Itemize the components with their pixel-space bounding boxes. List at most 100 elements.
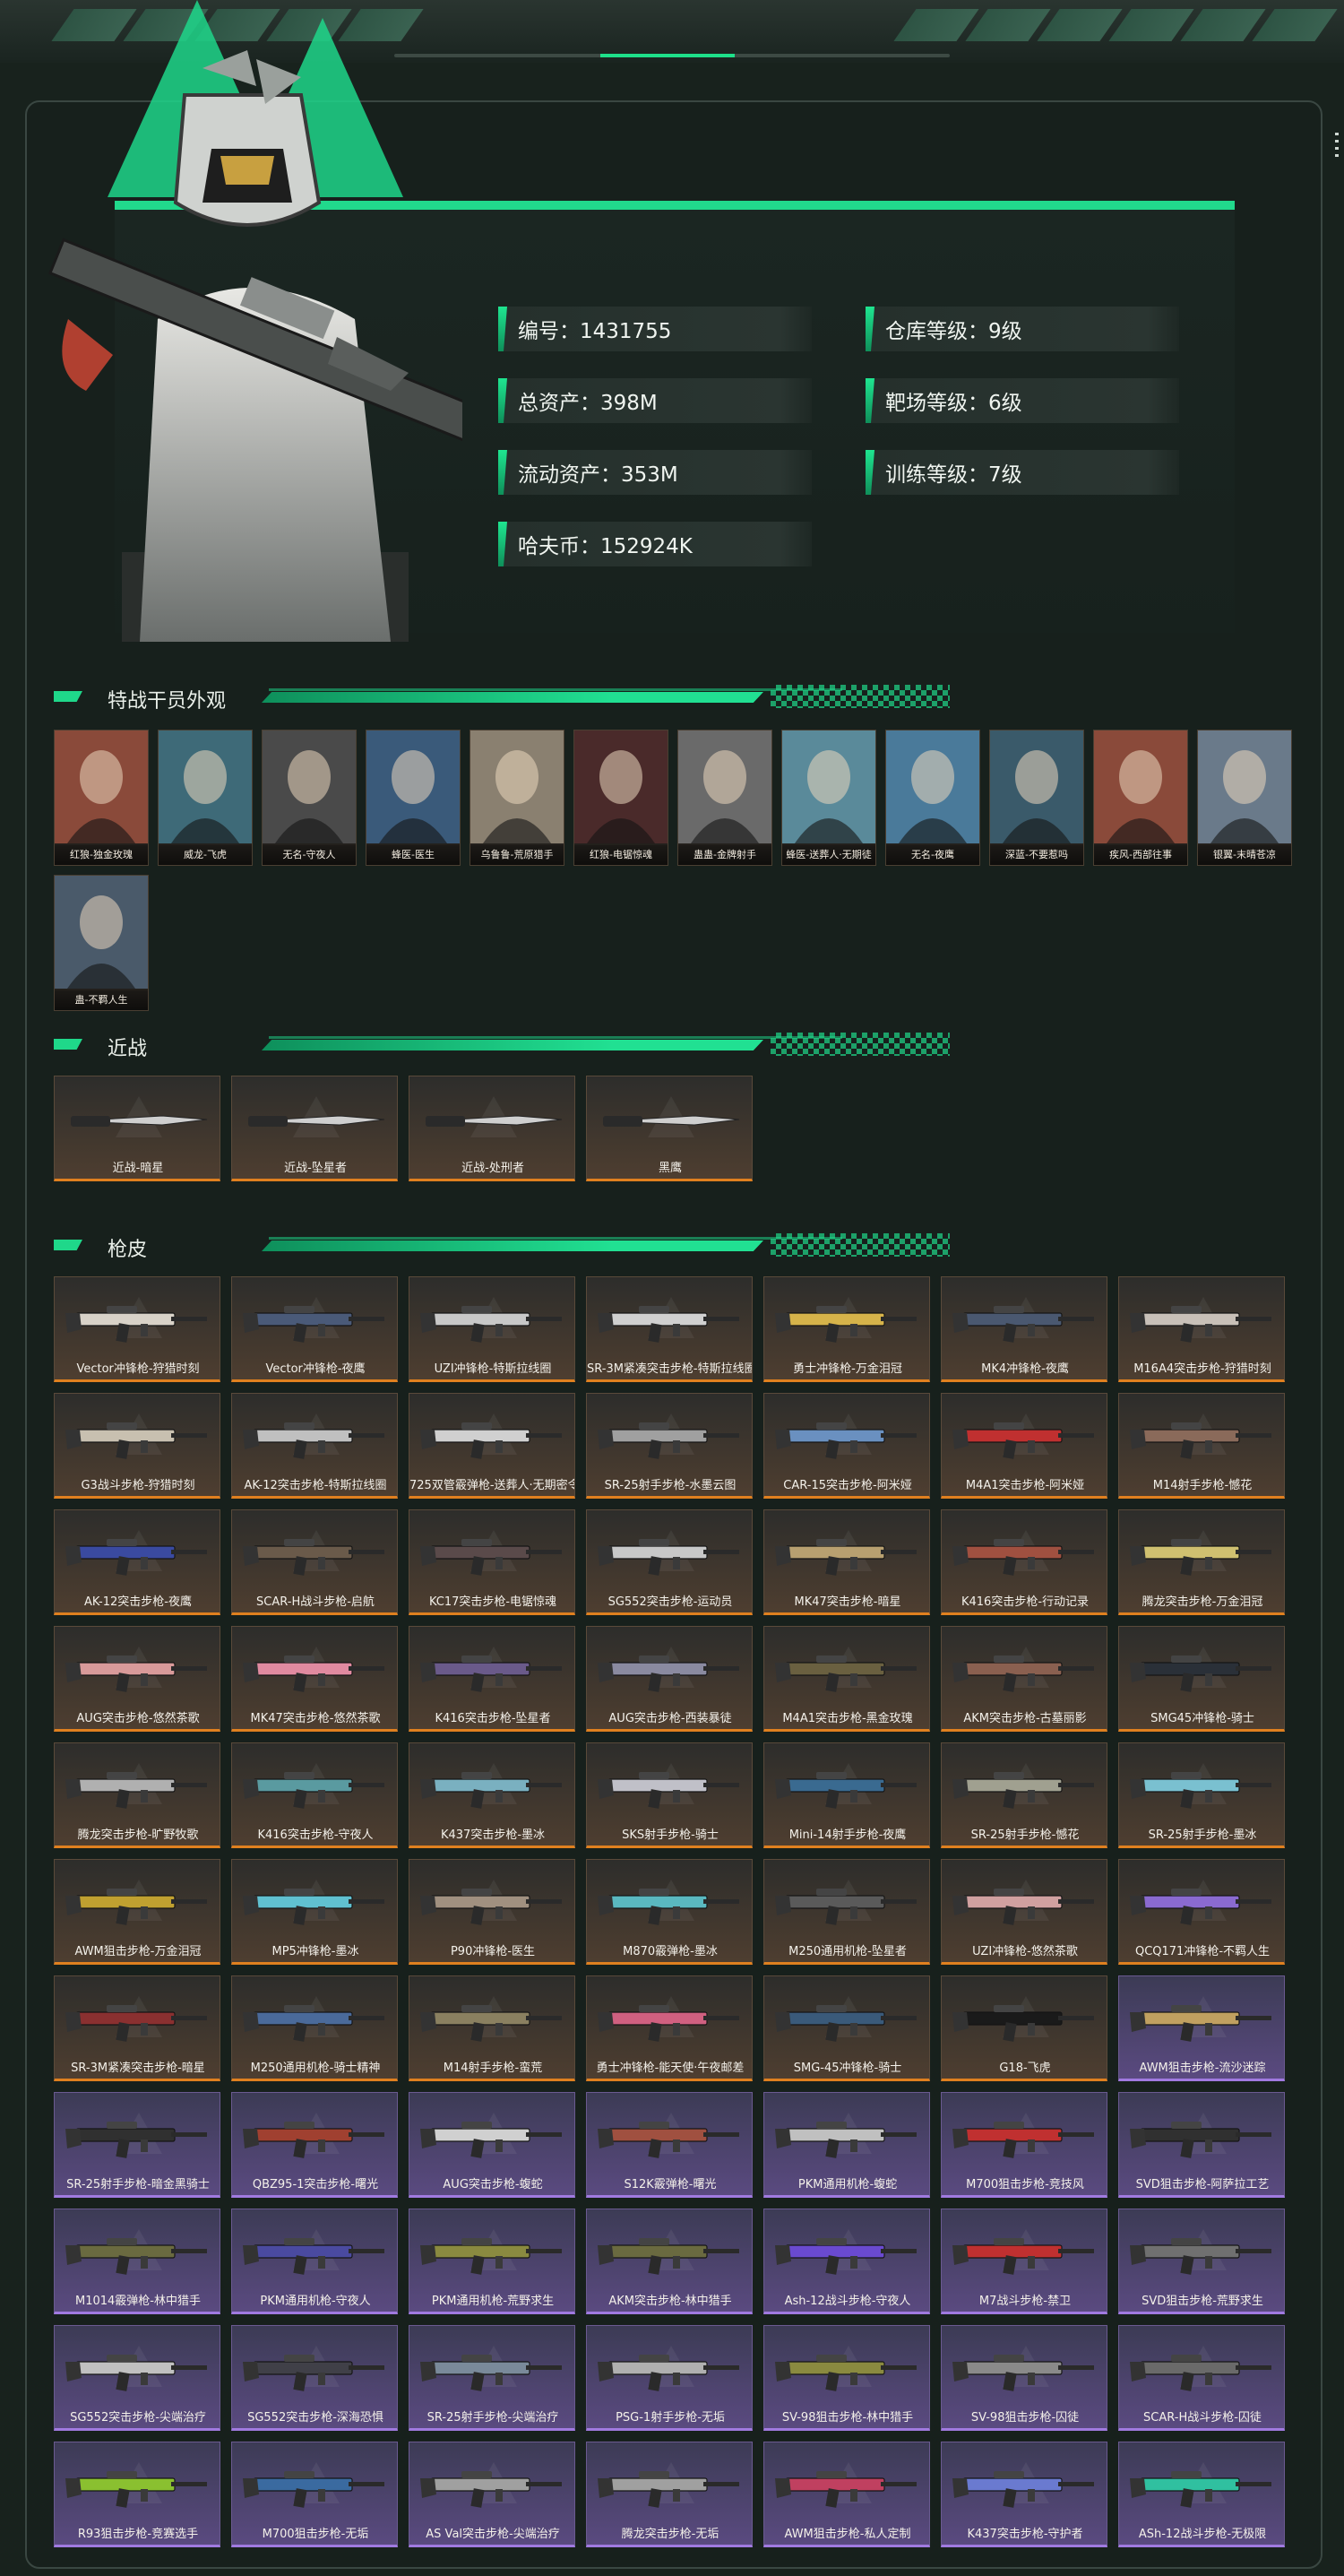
skin-card[interactable]: SG552突击步枪-运动员 (586, 1509, 753, 1615)
skin-card[interactable]: CAR-15突击步枪-阿米娅 (763, 1393, 930, 1499)
skin-card[interactable]: PKM通用机枪-蝮蛇 (763, 2092, 930, 2198)
skin-card[interactable]: AWM狙击步枪-私人定制 (763, 2442, 930, 2547)
skin-card[interactable]: SR-25射手步枪-墨冰 (1118, 1742, 1285, 1848)
skin-card[interactable]: SR-25射手步枪-暗金黑骑士 (54, 2092, 220, 2198)
skin-card[interactable]: SR-25射手步枪-尖端治疗 (409, 2325, 575, 2431)
skin-card[interactable]: M1014霰弹枪-林中猎手 (54, 2209, 220, 2314)
skin-card[interactable]: SV-98狙击步枪-林中猎手 (763, 2325, 930, 2431)
skin-card[interactable]: M870霰弹枪-墨冰 (586, 1859, 753, 1965)
skin-card[interactable]: M4A1突击步枪-阿米娅 (941, 1393, 1107, 1499)
skin-card[interactable]: MK4冲锋枪-夜鹰 (941, 1276, 1107, 1382)
skin-card[interactable]: SMG45冲锋枪-骑士 (1118, 1626, 1285, 1732)
skin-card[interactable]: P90冲锋枪-医生 (409, 1859, 575, 1965)
skin-card[interactable]: SR-3M紧凑突击步枪-暗星 (54, 1975, 220, 2081)
skin-card[interactable]: SR-3M紧凑突击步枪-特斯拉线圈 (586, 1276, 753, 1382)
skin-card[interactable]: SKS射手步枪-骑士 (586, 1742, 753, 1848)
operator-card[interactable]: 红狼-独金玫瑰 (54, 730, 149, 866)
stat-warehouse: 仓库等级：9级 (866, 307, 1179, 351)
skin-card[interactable]: M16A4突击步枪-狩猎时刻 (1118, 1276, 1285, 1382)
operator-card[interactable]: 乌鲁鲁-荒原猎手 (470, 730, 564, 866)
operator-card[interactable]: 红狼-电锯惊魂 (573, 730, 668, 866)
skin-card[interactable]: SMG-45冲锋枪-骑士 (763, 1975, 930, 2081)
skin-card[interactable]: MK47突击步枪-暗星 (763, 1509, 930, 1615)
operator-card[interactable]: 深蓝-不要惹吗 (989, 730, 1084, 866)
skin-card[interactable]: AS Val突击步枪-尖端治疗 (409, 2442, 575, 2547)
operator-card[interactable]: 蜂医-医生 (366, 730, 461, 866)
skin-card[interactable]: Vector冲锋枪-夜鹰 (231, 1276, 398, 1382)
skin-card[interactable]: SV-98狙击步枪-囚徒 (941, 2325, 1107, 2431)
operator-card[interactable]: 蛊-不羁人生 (54, 875, 149, 1011)
skin-card[interactable]: KC17突击步枪-电锯惊魂 (409, 1509, 575, 1615)
skin-card[interactable]: AK-12突击步枪-特斯拉线圈 (231, 1393, 398, 1499)
skin-card[interactable]: AUG突击步枪-西装暴徒 (586, 1626, 753, 1732)
skin-card[interactable]: K416突击步枪-行动记录 (941, 1509, 1107, 1615)
skin-card[interactable]: M250通用机枪-坠星者 (763, 1859, 930, 1965)
skin-card[interactable]: 腾龙突击步枪-无垢 (586, 2442, 753, 2547)
skin-card[interactable]: SVD狙击步枪-荒野求生 (1118, 2209, 1285, 2314)
gun-icon (1130, 1772, 1271, 1809)
skin-card[interactable]: K437突击步枪-墨冰 (409, 1742, 575, 1848)
gun-icon (420, 2238, 562, 2275)
skin-card[interactable]: R93狙击步枪-竞赛选手 (54, 2442, 220, 2547)
melee-card[interactable]: 近战-暗星 (54, 1076, 220, 1181)
operator-card[interactable]: 银翼-末晴苍凉 (1197, 730, 1292, 866)
skin-card[interactable]: PKM通用机枪-守夜人 (231, 2209, 398, 2314)
skin-card[interactable]: Mini-14射手步枪-夜鹰 (763, 1742, 930, 1848)
operator-card[interactable]: 无名-夜鹰 (885, 730, 980, 866)
skin-card[interactable]: SCAR-H战斗步枪-囚徒 (1118, 2325, 1285, 2431)
skin-card[interactable]: MK47突击步枪-悠然茶歌 (231, 1626, 398, 1732)
skin-card[interactable]: S12K霰弹枪-曙光 (586, 2092, 753, 2198)
operator-card[interactable]: 疾风-西部往事 (1093, 730, 1188, 866)
skin-card[interactable]: QCQ171冲锋枪-不羁人生 (1118, 1859, 1285, 1965)
top-right-stripes (893, 9, 1338, 41)
melee-card[interactable]: 近战-坠星者 (231, 1076, 398, 1181)
skin-card[interactable]: G18-飞虎 (941, 1975, 1107, 2081)
skin-card[interactable]: 勇士冲锋枪-万金泪冠 (763, 1276, 930, 1382)
skin-card[interactable]: K416突击步枪-守夜人 (231, 1742, 398, 1848)
skin-card[interactable]: K437突击步枪-守护者 (941, 2442, 1107, 2547)
skin-card[interactable]: K416突击步枪-坠星者 (409, 1626, 575, 1732)
skin-card[interactable]: PKM通用机枪-荒野求生 (409, 2209, 575, 2314)
skin-card[interactable]: AUG突击步枪-悠然茶歌 (54, 1626, 220, 1732)
skin-card[interactable]: MP5冲锋枪-墨冰 (231, 1859, 398, 1965)
skin-card[interactable]: SCAR-H战斗步枪-启航 (231, 1509, 398, 1615)
skin-card[interactable]: M4A1突击步枪-黑金玫瑰 (763, 1626, 930, 1732)
skin-card[interactable]: SVD狙击步枪-阿萨拉工艺 (1118, 2092, 1285, 2198)
skin-card[interactable]: M250通用机枪-骑士精神 (231, 1975, 398, 2081)
operator-card[interactable]: 威龙-飞虎 (158, 730, 253, 866)
skin-card[interactable]: AK-12突击步枪-夜鹰 (54, 1509, 220, 1615)
operator-portrait-icon (678, 730, 771, 843)
skin-card[interactable]: Vector冲锋枪-狩猎时刻 (54, 1276, 220, 1382)
skin-card[interactable]: UZI冲锋枪-悠然茶歌 (941, 1859, 1107, 1965)
melee-card[interactable]: 黑鹰 (586, 1076, 753, 1181)
operator-card[interactable]: 蜂医-送葬人·无期徒 (781, 730, 876, 866)
scroll-dots-icon[interactable] (1335, 133, 1339, 160)
skin-card[interactable]: PSG-1射手步枪-无垢 (586, 2325, 753, 2431)
skin-card[interactable]: SG552突击步枪-尖端治疗 (54, 2325, 220, 2431)
operator-card[interactable]: 无名-守夜人 (262, 730, 357, 866)
skin-card[interactable]: AWM狙击步枪-万金泪冠 (54, 1859, 220, 1965)
skin-card[interactable]: AWM狙击步枪-流沙迷踪 (1118, 1975, 1285, 2081)
skin-card[interactable]: SR-25射手步枪-憾花 (941, 1742, 1107, 1848)
skin-card[interactable]: Ash-12战斗步枪-守夜人 (763, 2209, 930, 2314)
skin-card[interactable]: SR-25射手步枪-水墨云图 (586, 1393, 753, 1499)
skin-card[interactable]: M700狙击步枪-无垢 (231, 2442, 398, 2547)
skin-card[interactable]: 腾龙突击步枪-万金泪冠 (1118, 1509, 1285, 1615)
skin-card[interactable]: M700狙击步枪-竞技风 (941, 2092, 1107, 2198)
skin-card[interactable]: 勇士冲锋枪-能天使·午夜邮差 (586, 1975, 753, 2081)
skin-card[interactable]: 腾龙突击步枪-旷野牧歌 (54, 1742, 220, 1848)
skin-card[interactable]: AUG突击步枪-蝮蛇 (409, 2092, 575, 2198)
skin-card[interactable]: G3战斗步枪-狩猎时刻 (54, 1393, 220, 1499)
skin-card[interactable]: 725双管霰弹枪-送葬人·无期密令 (409, 1393, 575, 1499)
skin-card[interactable]: UZI冲锋枪-特斯拉线圈 (409, 1276, 575, 1382)
skin-card[interactable]: ASh-12战斗步枪-无极限 (1118, 2442, 1285, 2547)
operator-card[interactable]: 蛊蛊-金牌射手 (677, 730, 772, 866)
skin-card[interactable]: QBZ95-1突击步枪-曙光 (231, 2092, 398, 2198)
skin-card[interactable]: SG552突击步枪-深海恐惧 (231, 2325, 398, 2431)
skin-card[interactable]: AKM突击步枪-林中猎手 (586, 2209, 753, 2314)
melee-card[interactable]: 近战-处刑者 (409, 1076, 575, 1181)
skin-card[interactable]: M14射手步枪-蛮荒 (409, 1975, 575, 2081)
skin-card[interactable]: M14射手步枪-憾花 (1118, 1393, 1285, 1499)
skin-card[interactable]: AKM突击步枪-古墓丽影 (941, 1626, 1107, 1732)
skin-card[interactable]: M7战斗步枪-禁卫 (941, 2209, 1107, 2314)
